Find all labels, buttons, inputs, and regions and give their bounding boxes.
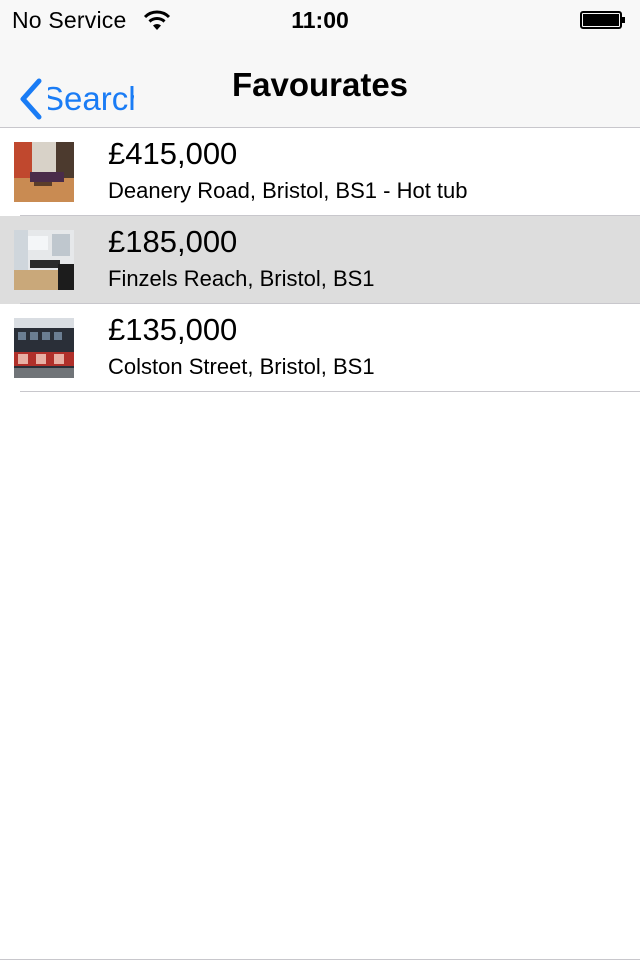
listing-address: Deanery Road, Bristol, BS1 - Hot tub — [108, 178, 468, 203]
listing-price: £415,000 — [108, 136, 238, 171]
listing-address: Finzels Reach, Bristol, BS1 — [108, 266, 375, 291]
living-room-photo — [14, 142, 74, 202]
status-bar: No Service 11:00 — [0, 0, 640, 40]
listing-price: £185,000 — [108, 224, 238, 259]
clock: 11:00 — [291, 7, 349, 33]
listing-price: £135,000 — [108, 312, 238, 347]
list-item[interactable]: £185,000 Finzels Reach, Bristol, BS1 — [0, 216, 640, 304]
list-item[interactable]: £135,000 Colston Street, Bristol, BS1 — [0, 304, 640, 392]
row-separator — [20, 391, 640, 392]
office-room-photo — [14, 230, 74, 290]
list-item[interactable]: £415,000 Deanery Road, Bristol, BS1 - Ho… — [0, 128, 640, 216]
screen: No Service 11:00 Search — [0, 0, 640, 960]
page-title: Favourates — [231, 66, 409, 103]
battery-icon — [580, 11, 626, 29]
listing-address: Colston Street, Bristol, BS1 — [108, 354, 375, 379]
favourites-list: £415,000 Deanery Road, Bristol, BS1 - Ho… — [0, 128, 640, 392]
navigation-bar: Search Favourates — [0, 40, 640, 128]
building-facade-photo — [14, 318, 74, 378]
